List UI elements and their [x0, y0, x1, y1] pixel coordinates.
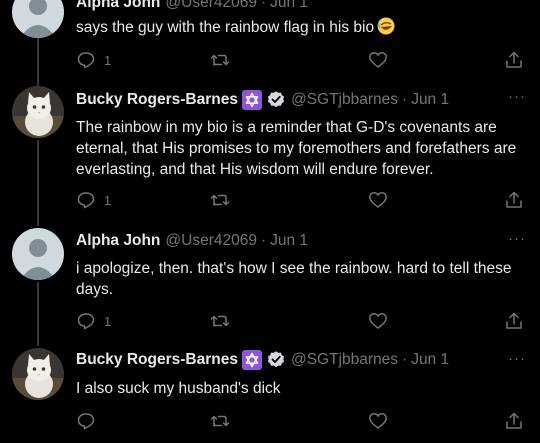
- separator-dot: ·: [402, 351, 408, 368]
- avatar[interactable]: [12, 348, 64, 400]
- reply-icon: [77, 413, 95, 430]
- separator-dot: ·: [260, 0, 267, 11]
- reply-icon: [77, 192, 95, 209]
- reply-count: 1: [104, 313, 112, 329]
- share-button[interactable]: [504, 190, 524, 210]
- display-name[interactable]: Alpha John: [76, 0, 160, 12]
- tweet-date[interactable]: Jun 1: [270, 0, 308, 12]
- tweet-header: Alpha John @User42069 · Jun 1: [76, 0, 308, 13]
- avatar[interactable]: [12, 0, 64, 38]
- tweet-date[interactable]: Jun 1: [270, 232, 308, 250]
- verified-icon[interactable]: [266, 90, 286, 110]
- display-name[interactable]: Bucky Rogers-Barnes: [76, 91, 238, 109]
- verified-icon[interactable]: [266, 350, 286, 370]
- like-button[interactable]: [368, 50, 388, 70]
- tweet[interactable]: Alpha John @User42069 · Jun 1 says the g…: [0, 0, 540, 86]
- tweet-text: The rainbow in my bio is a reminder that…: [76, 119, 517, 178]
- share-icon: [506, 412, 522, 429]
- tweet-header: Bucky Rogers-Barnes @SGTjbbarnes · Jun 1: [76, 350, 449, 370]
- white-cat-avatar-icon: [12, 86, 64, 138]
- tweet-text: i apologize, then. that's how I see the …: [76, 260, 512, 298]
- tweet-header: Alpha John @User42069 · Jun 1: [76, 231, 308, 251]
- tweet-date[interactable]: Jun 1: [411, 91, 449, 109]
- share-button[interactable]: [504, 411, 524, 431]
- retweet-icon: [210, 415, 230, 427]
- reply-icon: [77, 52, 95, 69]
- display-name[interactable]: Bucky Rogers-Barnes: [76, 351, 238, 369]
- tweet-actions: 1: [76, 50, 526, 72]
- tweet-text-wrap: says the guy with the rainbow flag in hi…: [76, 17, 524, 41]
- share-icon: [506, 312, 522, 329]
- retweet-button[interactable]: [210, 190, 230, 210]
- like-button[interactable]: [368, 190, 388, 210]
- tweet-actions: 1: [76, 190, 526, 212]
- reply-button[interactable]: [76, 411, 104, 431]
- tweet-text: says the guy with the rainbow flag in hi…: [76, 19, 375, 36]
- separator-dot: ·: [402, 91, 408, 108]
- like-button[interactable]: [368, 311, 388, 331]
- tweet-date[interactable]: Jun 1: [411, 351, 449, 369]
- retweet-icon: [210, 315, 230, 327]
- reply-button[interactable]: 1: [76, 311, 111, 331]
- heart-icon: [369, 52, 387, 68]
- retweet-icon: [210, 194, 230, 206]
- white-cat-avatar-icon: [12, 348, 64, 400]
- heart-icon: [369, 313, 387, 329]
- tweet[interactable]: ··· Alpha John @User42069 · Jun 1 i apol…: [0, 228, 540, 348]
- reply-count: 1: [104, 52, 112, 68]
- tweet-actions: [76, 411, 526, 433]
- user-handle[interactable]: @User42069: [165, 232, 257, 250]
- heart-icon: [369, 413, 387, 429]
- avatar[interactable]: [12, 228, 64, 280]
- reply-button[interactable]: 1: [76, 190, 111, 210]
- default-avatar-icon: [12, 228, 64, 280]
- share-icon: [506, 51, 522, 68]
- tweet-text: I also suck my husband's dick: [76, 380, 281, 397]
- user-handle[interactable]: @User42069: [165, 0, 257, 12]
- star-of-david-icon: [241, 90, 262, 110]
- default-avatar-icon: [12, 0, 64, 38]
- separator-dot: ·: [260, 232, 267, 249]
- more-options-button[interactable]: ···: [508, 351, 526, 366]
- tweet[interactable]: ··· Bucky Rogers-Barnes @SGTjbbarnes · J…: [0, 86, 540, 228]
- tweet-header: Bucky Rogers-Barnes @SGTjbbarnes · Jun 1: [76, 90, 449, 110]
- user-handle[interactable]: @SGTjbbarnes: [291, 351, 398, 369]
- retweet-button[interactable]: [210, 50, 230, 70]
- avatar[interactable]: [12, 86, 64, 138]
- retweet-button[interactable]: [210, 411, 230, 431]
- tweet-actions: 1: [76, 311, 526, 333]
- share-button[interactable]: [504, 311, 524, 331]
- heart-icon: [369, 192, 387, 208]
- like-button[interactable]: [368, 411, 388, 431]
- retweet-icon: [210, 54, 230, 66]
- reply-button[interactable]: 1: [76, 50, 111, 70]
- reply-icon: [77, 313, 95, 330]
- display-name[interactable]: Alpha John: [76, 232, 160, 250]
- rolling-laughing-emoji-icon: [377, 17, 395, 41]
- share-icon: [506, 191, 522, 208]
- share-button[interactable]: [504, 50, 524, 70]
- retweet-button[interactable]: [210, 311, 230, 331]
- reply-count: 1: [104, 192, 112, 208]
- star-of-david-icon: [241, 350, 262, 370]
- tweet[interactable]: ··· Bucky Rogers-Barnes @SGTjbbarnes · J…: [0, 348, 540, 443]
- user-handle[interactable]: @SGTjbbarnes: [291, 91, 398, 109]
- more-options-button[interactable]: ···: [508, 89, 526, 104]
- more-options-button[interactable]: ···: [508, 231, 526, 246]
